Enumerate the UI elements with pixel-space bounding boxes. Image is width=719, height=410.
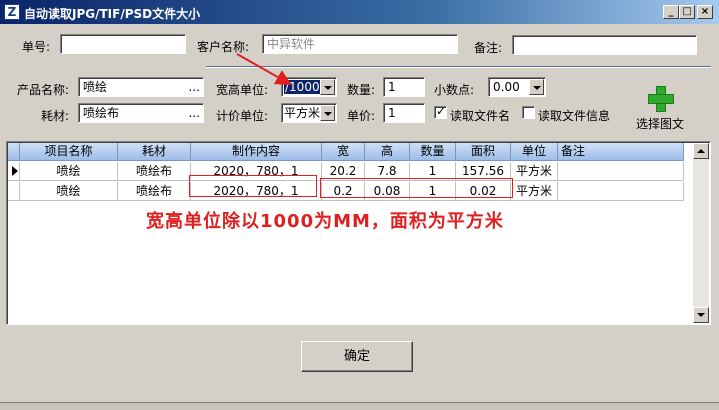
grid-header: 项目名称 耗材 制作内容 宽 高 数量 面积 单位 备注 [8, 143, 684, 161]
col-header-quantity[interactable]: 数量 [410, 143, 456, 160]
order-no-label: 单号: [22, 40, 51, 54]
app-icon: Z [4, 4, 20, 20]
data-grid[interactable]: 项目名称 耗材 制作内容 宽 高 数量 面积 单位 备注 喷绘 喷绘布 2020… [6, 141, 711, 325]
product-browse-button[interactable]: ... [189, 78, 200, 96]
decimals-label: 小数点: [434, 83, 475, 97]
cell-remark[interactable] [558, 162, 684, 180]
cell-quantity[interactable]: 1 [410, 182, 456, 200]
col-header-unit[interactable]: 单位 [511, 143, 558, 160]
col-header-width[interactable]: 宽 [322, 143, 365, 160]
remark-input[interactable] [512, 35, 697, 55]
customer-label: 客户名称: [197, 40, 250, 54]
col-header-area[interactable]: 面积 [456, 143, 511, 160]
quantity-label: 数量: [347, 83, 376, 97]
cell-height[interactable]: 7.8 [365, 162, 410, 180]
decimals-value: 0.00 [493, 80, 520, 94]
add-image-icon[interactable] [648, 86, 674, 112]
cell-content[interactable]: 2020，780，1 [191, 182, 322, 200]
decimals-dropdown-button[interactable] [529, 79, 544, 95]
remark-label: 备注: [474, 41, 503, 55]
price-unit-value: 平方米 [284, 106, 321, 120]
row-indicator-icon [8, 162, 20, 180]
grid-vertical-scrollbar[interactable] [693, 143, 709, 323]
cell-quantity[interactable]: 1 [410, 162, 456, 180]
material-value: 喷绘布 [83, 106, 120, 120]
cell-height[interactable]: 0.08 [365, 182, 410, 200]
scroll-down-icon[interactable] [693, 307, 709, 323]
material-label: 耗材: [41, 109, 70, 123]
read-filename-label: 读取文件名 [450, 109, 511, 123]
product-name-value: 喷绘 [83, 80, 108, 94]
cell-area[interactable]: 0.02 [456, 182, 511, 200]
cell-project[interactable]: 喷绘 [20, 162, 118, 180]
row-indicator [8, 182, 20, 200]
price-unit-label: 计价单位: [216, 109, 269, 123]
material-input[interactable]: 喷绘布 ... [78, 103, 204, 123]
read-filename-checkbox[interactable] [434, 104, 447, 119]
cell-width[interactable]: 20.2 [322, 162, 365, 180]
customer-input[interactable]: 中异软件 [262, 34, 458, 54]
maximize-button[interactable]: □ [679, 5, 695, 19]
title-bar: Z 自动读取JPG/TIF/PSD文件大小 _ □ × [0, 0, 719, 24]
cell-area[interactable]: 157.56 [456, 162, 511, 180]
window-title: 自动读取JPG/TIF/PSD文件大小 [24, 7, 201, 21]
table-row[interactable]: 喷绘 喷绘布 2020，780，1 20.2 7.8 1 157.56 平方米 [8, 162, 684, 181]
wh-unit-label: 宽高单位: [216, 83, 269, 97]
decimals-select[interactable]: 0.00 [488, 77, 546, 97]
table-row[interactable]: 喷绘 喷绘布 2020，780，1 0.2 0.08 1 0.02 平方米 [8, 182, 684, 201]
order-no-input[interactable] [60, 34, 186, 54]
read-fileinfo-checkbox[interactable] [522, 106, 535, 119]
cell-width[interactable]: 0.2 [322, 182, 365, 200]
ok-button[interactable]: 确定 [301, 341, 413, 372]
material-browse-button[interactable]: ... [189, 104, 200, 122]
select-image-button[interactable]: 选择图文 [636, 115, 684, 132]
header-separator [206, 66, 711, 68]
background-window-strip [0, 402, 719, 410]
cell-unit[interactable]: 平方米 [511, 162, 558, 180]
unit-price-label: 单价: [347, 109, 376, 123]
scroll-up-icon[interactable] [693, 143, 709, 159]
product-name-label: 产品名称: [17, 83, 70, 97]
col-header-remark[interactable]: 备注 [558, 143, 684, 160]
wh-unit-dropdown-button[interactable] [320, 79, 335, 95]
annotation-text: 宽高单位除以1000为MM，面积为平方米 [146, 211, 504, 232]
price-unit-select[interactable]: 平方米 [281, 103, 337, 123]
cell-content[interactable]: 2020，780，1 [191, 162, 322, 180]
cell-material[interactable]: 喷绘布 [118, 182, 191, 200]
cell-unit[interactable]: 平方米 [511, 182, 558, 200]
read-fileinfo-label: 读取文件信息 [538, 109, 611, 123]
minimize-button[interactable]: _ [663, 5, 679, 19]
product-name-input[interactable]: 喷绘 ... [78, 77, 204, 97]
col-header-height[interactable]: 高 [365, 143, 410, 160]
wh-unit-value: /1000 [284, 80, 321, 94]
grid-header-indicator [8, 143, 20, 160]
col-header-content[interactable]: 制作内容 [191, 143, 322, 160]
cell-project[interactable]: 喷绘 [20, 182, 118, 200]
col-header-project[interactable]: 项目名称 [20, 143, 118, 160]
price-unit-dropdown-button[interactable] [320, 105, 335, 121]
unit-price-input[interactable]: 1 [383, 103, 425, 123]
close-button[interactable]: × [697, 5, 713, 19]
cell-remark[interactable] [558, 182, 684, 200]
quantity-input[interactable]: 1 [383, 77, 425, 97]
wh-unit-select[interactable]: /1000 [281, 77, 337, 97]
cell-material[interactable]: 喷绘布 [118, 162, 191, 180]
col-header-material[interactable]: 耗材 [118, 143, 191, 160]
